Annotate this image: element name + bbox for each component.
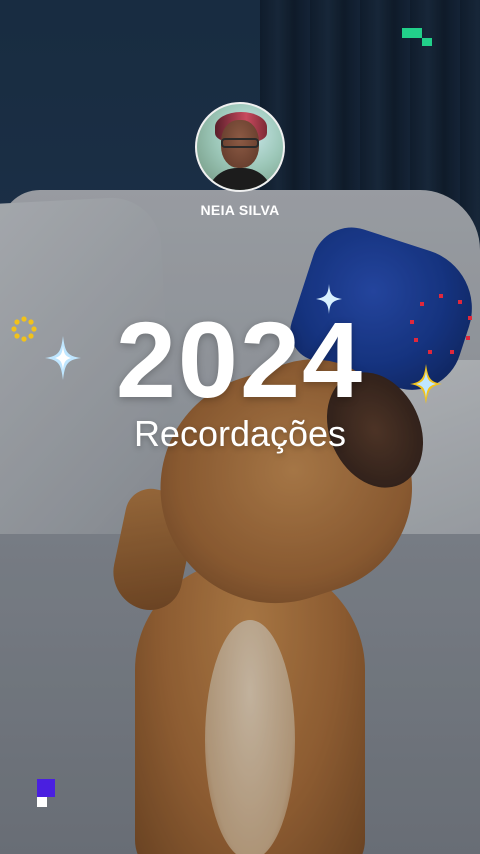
year-title: 2024: [115, 299, 365, 420]
pixel-block-icon: [402, 28, 434, 48]
avatar[interactable]: [195, 102, 285, 192]
profile-name: NEIA SILVA: [200, 202, 280, 218]
profile-header[interactable]: NEIA SILVA: [0, 102, 480, 218]
recap-subtitle: Recordações: [133, 413, 347, 454]
